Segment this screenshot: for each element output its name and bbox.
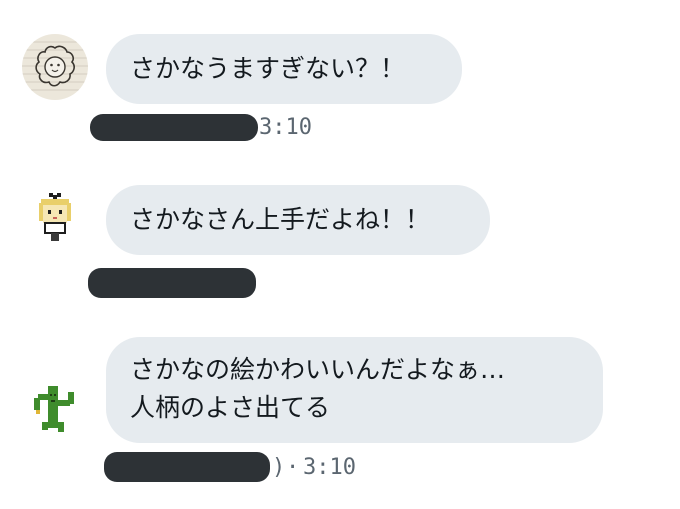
message-2-text: さかなさん上手だよね！！	[130, 205, 431, 234]
message-3-text-line-1: さかなの絵かわいいんだよなぁ…	[130, 355, 506, 384]
message-3-author-redacted	[104, 452, 270, 482]
message-3-time[interactable]: 3:10	[303, 455, 356, 480]
message-2-bubble[interactable]: さかなさん上手だよね！！	[106, 185, 490, 255]
lion-avatar-icon	[22, 34, 88, 100]
message-2-avatar[interactable]	[22, 185, 88, 251]
pixel-cactus-avatar-icon	[22, 376, 88, 442]
message-3-separator-dot: ·	[286, 455, 300, 480]
message-1-avatar[interactable]	[22, 34, 88, 100]
message-1-text: さかなうますぎない？！	[130, 54, 406, 83]
message-3-avatar[interactable]	[22, 376, 88, 442]
message-1-author-redacted	[90, 114, 258, 141]
message-3-author-suffix: )	[272, 455, 286, 480]
pixel-girl-avatar-icon	[22, 185, 88, 251]
message-3-bubble[interactable]: さかなの絵かわいいんだよなぁ… 人柄のよさ出てる	[106, 337, 603, 443]
message-3-text-line-2: 人柄のよさ出てる	[130, 393, 331, 422]
message-1-bubble[interactable]: さかなうますぎない？！	[106, 34, 462, 104]
message-1-time[interactable]: 3:10	[259, 115, 312, 140]
message-2-author-redacted	[88, 268, 256, 298]
